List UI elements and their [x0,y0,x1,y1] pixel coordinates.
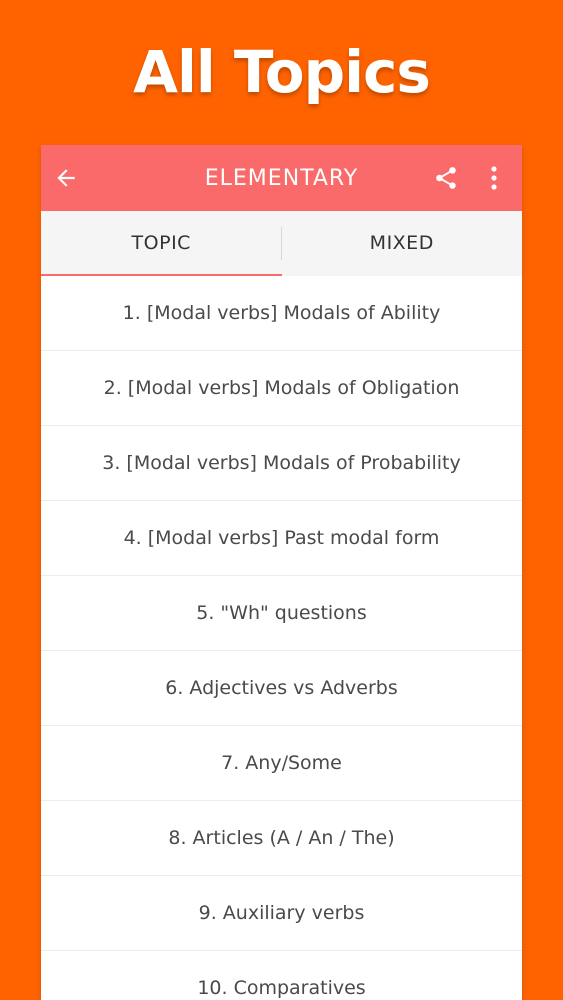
list-item[interactable]: 4. [Modal verbs] Past modal form [41,501,522,576]
list-item[interactable]: 1. [Modal verbs] Modals of Ability [41,276,522,351]
app-bar: ELEMENTARY [41,145,522,211]
share-icon[interactable] [433,165,459,191]
list-item[interactable]: 5. "Wh" questions [41,576,522,651]
more-vertical-icon[interactable] [483,164,505,192]
list-item[interactable]: 9. Auxiliary verbs [41,876,522,951]
app-screen: ELEMENTARY TOPIC MIXED 1. [Modal verbs] … [41,145,522,1000]
list-item[interactable]: 6. Adjectives vs Adverbs [41,651,522,726]
tab-bar: TOPIC MIXED [41,211,522,276]
list-item[interactable]: 2. [Modal verbs] Modals of Obligation [41,351,522,426]
arrow-left-icon[interactable] [53,165,79,191]
promo-title: All Topics [133,38,431,106]
list-item[interactable]: 8. Articles (A / An / The) [41,801,522,876]
list-item[interactable]: 7. Any/Some [41,726,522,801]
tab-topic[interactable]: TOPIC [41,211,282,276]
tab-mixed[interactable]: MIXED [282,211,523,276]
list-item[interactable]: 10. Comparatives [41,951,522,1000]
list-item[interactable]: 3. [Modal verbs] Modals of Probability [41,426,522,501]
topic-list: 1. [Modal verbs] Modals of Ability 2. [M… [41,276,522,1000]
